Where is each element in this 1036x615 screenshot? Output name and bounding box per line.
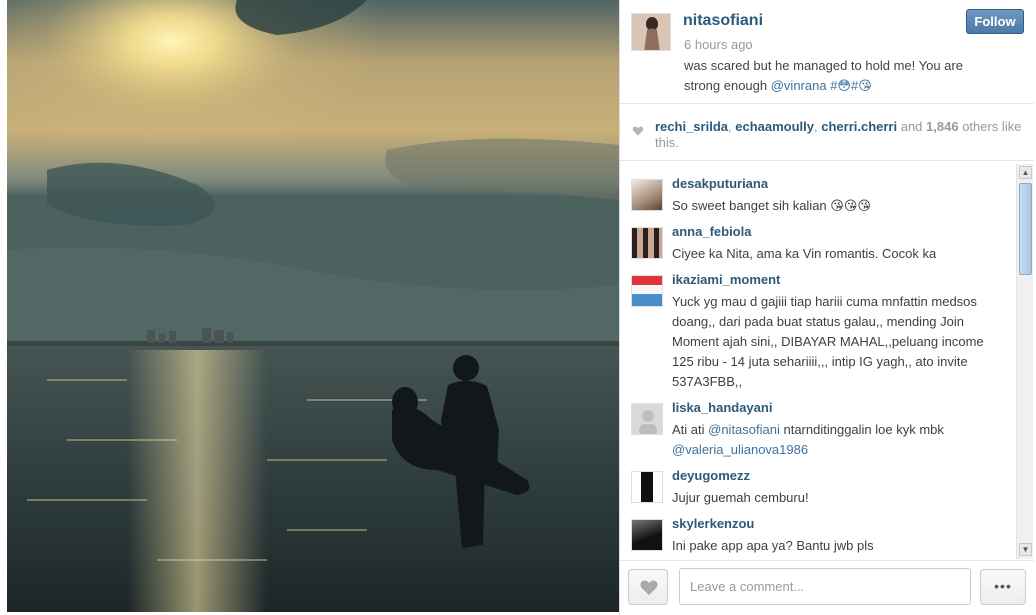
commenter-avatar[interactable] [631,519,663,551]
comment-text: Ciyee ka Nita, ama ka Vin romantis. Coco… [672,246,937,261]
scroll-down-icon[interactable]: ▼ [1019,543,1032,556]
commenter-avatar[interactable] [631,403,663,435]
comment-username[interactable]: ikaziami_moment [672,272,780,287]
scroll-up-icon[interactable]: ▲ [1019,166,1032,179]
heart-icon [640,580,658,596]
comment-mention-link[interactable]: @nitasofiani [708,422,780,437]
comment-text: Yuck yg mau d gajiii tiap hariii cuma mn… [672,294,984,389]
heart-icon [632,126,644,136]
commenter-avatar[interactable] [631,275,663,307]
comment-item: deyugomezz Jujur guemah cemburu! [620,468,1016,514]
scrollbar-thumb[interactable] [1019,183,1032,275]
comment-input[interactable] [679,568,971,605]
comment-item: ikaziami_moment Yuck yg mau d gajiii tia… [620,272,1016,398]
comment-username[interactable]: skylerkenzou [672,516,754,531]
caption-hashtags[interactable]: #😳#😘 [830,78,872,93]
comment-username[interactable]: liska_handayani [672,400,772,415]
post-caption: was scared but he managed to hold me! Yo… [684,56,984,96]
comment-text-part: Ati ati [672,422,709,437]
likes-count[interactable]: 1,846 [926,119,959,134]
caption-mention-link[interactable]: @vinrana [771,78,827,93]
liker-link[interactable]: echaamoully [735,119,814,134]
author-avatar[interactable] [631,13,671,51]
likes-text: rechi_srilda, echaamoully, cherri.cherri… [655,119,1025,151]
comment-text: Ini pake app apa ya? Bantu jwb pls [672,538,874,553]
post-header: nitasofiani 6 hours ago was scared but h… [620,0,1034,104]
post-timestamp[interactable]: 6 hours ago [684,37,753,52]
default-avatar-icon [639,410,657,434]
author-username[interactable]: nitasofiani [683,12,763,30]
comment-item: skylerkenzou Ini pake app apa ya? Bantu … [620,516,1016,559]
like-button[interactable] [628,569,668,605]
likes-summary: rechi_srilda, echaamoully, cherri.cherri… [620,105,1034,161]
comment-username[interactable]: deyugomezz [672,468,750,483]
comment-mention-link[interactable]: @valeria_ulianova1986 [672,442,808,457]
more-options-button[interactable]: ••• [980,569,1026,605]
comment-item: liska_handayani Ati ati @nitasofiani nta… [620,400,1016,466]
ellipsis-icon: ••• [994,578,1012,594]
comments-scrollbar[interactable]: ▲ ▼ [1016,164,1033,559]
commenter-avatar[interactable] [631,471,663,503]
follow-button[interactable]: Follow [966,9,1024,34]
comment-username[interactable]: anna_febiola [672,224,751,239]
comment-footer: ••• [620,560,1034,615]
likes-and: and [897,119,927,134]
post-photo [7,0,619,612]
comment-text: So sweet banget sih kalian 😘😘😘 [672,198,871,213]
liker-link[interactable]: rechi_srilda [655,119,728,134]
post-sidebar: nitasofiani 6 hours ago was scared but h… [619,0,1036,615]
comment-text: Ati ati @nitasofiani ntarnditinggalin lo… [672,420,1002,460]
comment-item: anna_febiola Ciyee ka Nita, ama ka Vin r… [620,224,1016,270]
commenter-avatar[interactable] [631,227,663,259]
comment-item: desakputuriana So sweet banget sih kalia… [620,176,1016,222]
sunset-photo-image [7,0,619,612]
comment-text: Jujur guemah cemburu! [672,490,809,505]
comment-username[interactable]: desakputuriana [672,176,768,191]
comments-list: desakputuriana So sweet banget sih kalia… [620,162,1016,559]
avatar-image [632,14,670,50]
liker-link[interactable]: cherri.cherri [821,119,897,134]
commenter-avatar[interactable] [631,179,663,211]
comment-text-part: ntarnditinggalin loe kyk mbk [779,422,944,437]
